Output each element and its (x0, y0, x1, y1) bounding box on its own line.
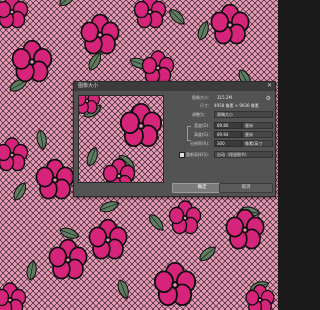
image-size-label: 图像大小： (192, 95, 212, 100)
resample-label: 重新采样(S)： (186, 152, 212, 157)
gear-icon[interactable]: ⚙ (266, 96, 271, 102)
constrain-proportions-link-icon[interactable] (187, 126, 191, 141)
dialog-title: 图像大小 (78, 83, 99, 89)
width-input[interactable]: 89.80 (214, 122, 242, 129)
resolution-label: 分辨率(R)： (190, 141, 212, 146)
cancel-button[interactable]: 取消 (219, 183, 273, 193)
resample-checkbox[interactable] (179, 152, 185, 158)
height-label: 高度(G)： (194, 132, 213, 137)
height-input[interactable]: 89.84 (214, 131, 242, 138)
fit-to-label: 调整为： (192, 112, 208, 117)
height-unit-select[interactable]: 厘米 (242, 131, 273, 138)
dimensions-label: 尺寸： (200, 103, 212, 108)
image-size-value: 315.2M (217, 95, 232, 100)
width-label: 宽度(D)： (194, 123, 213, 128)
preview-pattern (79, 96, 163, 182)
width-unit-select[interactable]: 厘米 (242, 122, 273, 129)
image-preview[interactable] (78, 95, 164, 183)
fit-to-select[interactable]: 原稿大小 (214, 111, 273, 118)
resolution-unit-select[interactable]: 像素/英寸 (242, 140, 273, 147)
resolution-input[interactable]: 300 (214, 140, 242, 147)
image-size-dialog: 图像大小 ✕ ⚙ 图像大小： 315.2M 尺寸： 4958 像素 × 9036… (73, 81, 276, 197)
close-icon[interactable]: ✕ (267, 82, 272, 90)
dimensions-value: 4958 像素 × 9036 像素 (214, 103, 259, 108)
dialog-titlebar[interactable]: 图像大小 ✕ (74, 82, 275, 91)
resample-select[interactable]: 自动（保留细节） (214, 151, 273, 158)
